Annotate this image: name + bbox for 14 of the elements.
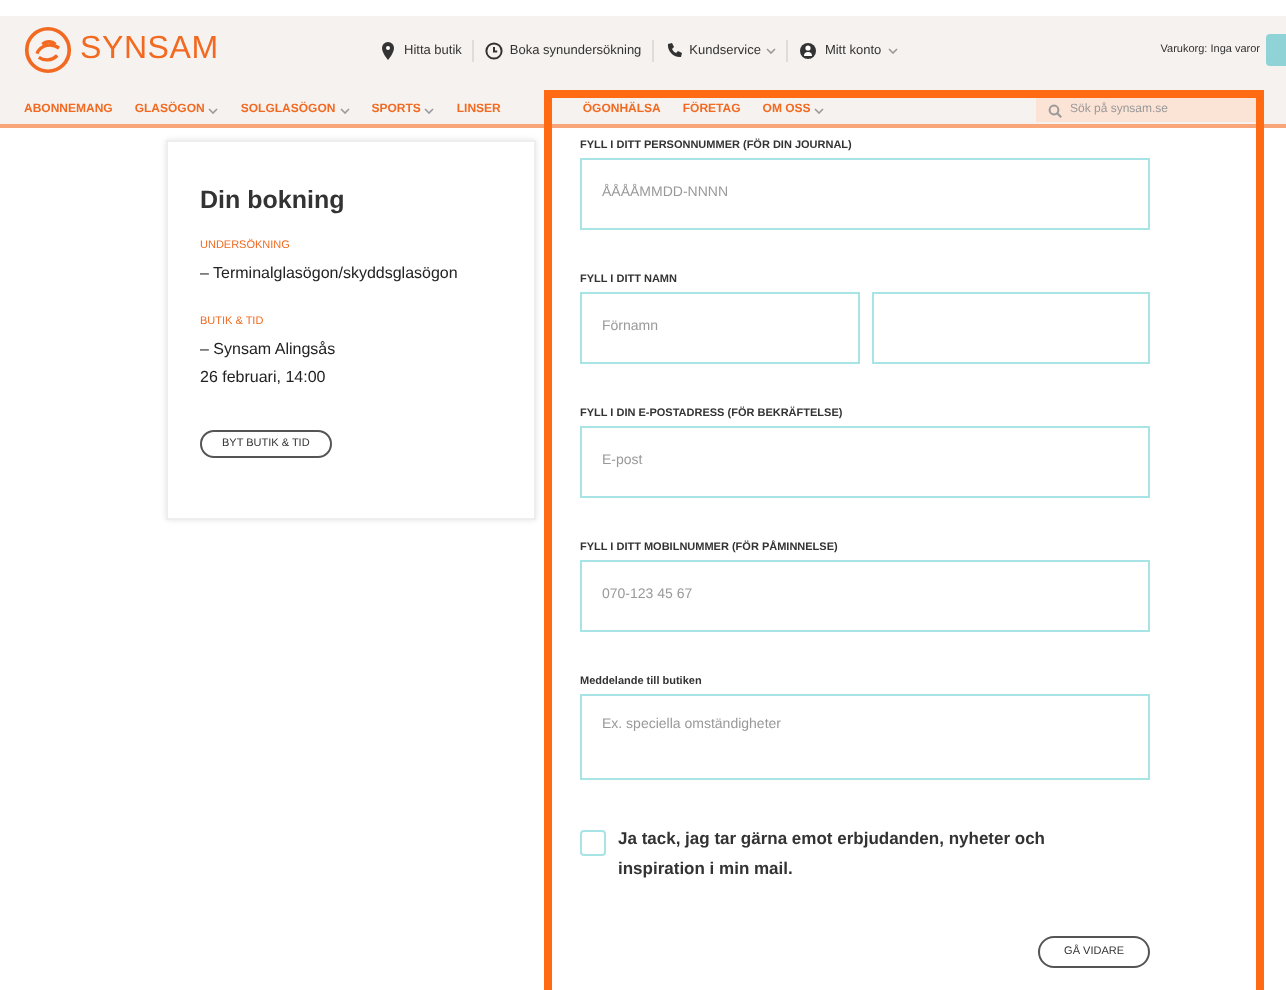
- user-icon: [798, 39, 819, 61]
- pin-icon: [378, 39, 398, 61]
- booking-detail: 26 februari, 14:00: [200, 366, 328, 390]
- consent-checkbox[interactable]: [580, 830, 606, 856]
- booking-title: Din bokning: [200, 186, 347, 214]
- consent-text: Ja tack, jag tar gärna emot erbjudanden, nyheter och inspiration i min mail.: [618, 826, 1048, 882]
- input-field[interactable]: [871, 292, 1150, 364]
- search-icon: [1048, 103, 1062, 117]
- booking-detail: – Terminalglasögon/skyddsglasögon: [200, 262, 460, 286]
- phone-icon: [663, 39, 684, 61]
- logo-icon: [24, 26, 72, 74]
- booking-detail: – Synsam Alingsås: [200, 338, 338, 362]
- clock-icon: [483, 39, 504, 61]
- logo-text: SYNSAM: [80, 32, 219, 68]
